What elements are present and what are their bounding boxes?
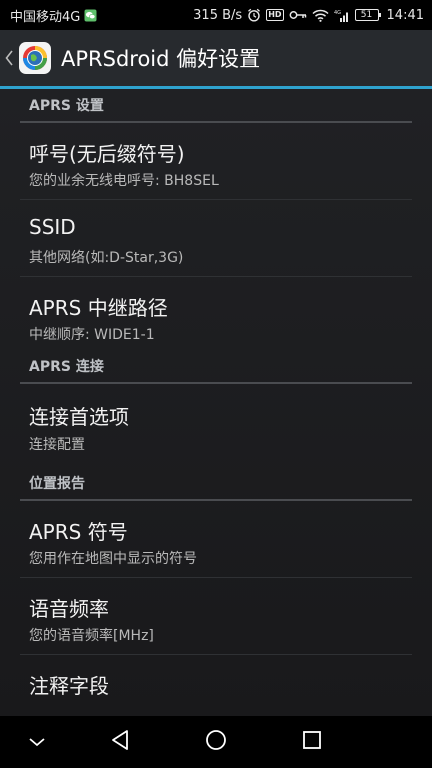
home-button[interactable] <box>186 716 246 768</box>
pref-aprs-symbol[interactable]: APRS 符号 您用作在地图中显示的符号 <box>20 501 412 578</box>
battery-indicator: 51 <box>354 9 381 21</box>
aprsdroid-logo-icon[interactable] <box>18 41 52 75</box>
wifi-icon <box>312 9 329 22</box>
alarm-icon <box>247 8 261 22</box>
pref-voice-frequency[interactable]: 语音频率 您的语音频率[MHz] <box>20 578 412 655</box>
action-bar: APRSdroid 偏好设置 <box>0 30 432 86</box>
chevron-down-icon <box>28 733 46 752</box>
home-circle-icon <box>205 729 227 755</box>
status-right: 315 B/s HD 4G 51 14:41 <box>193 8 424 23</box>
pref-callsign[interactable]: 呼号(无后缀符号) 您的业余无线电呼号: BH8SEL <box>20 123 412 200</box>
carrier-label: 中国移动4G <box>10 9 81 25</box>
preferences-list[interactable]: APRS 设置 呼号(无后缀符号) 您的业余无线电呼号: BH8SEL SSID… <box>0 89 432 716</box>
category-label: APRS 设置 <box>29 98 104 114</box>
pref-title: APRS 中继路径 <box>29 296 168 320</box>
wechat-notification-icon <box>84 9 97 22</box>
pref-summary: 您的语音频率[MHz] <box>29 628 154 644</box>
category-position-reports: 位置报告 <box>20 467 412 501</box>
category-aprs-settings: APRS 设置 <box>20 89 412 123</box>
pref-ssid[interactable]: SSID 其他网络(如:D-Star,3G) <box>20 200 412 277</box>
pref-title: 注释字段 <box>29 674 109 698</box>
recents-square-icon <box>302 730 322 754</box>
pref-comment-field[interactable]: 注释字段 <box>20 655 412 716</box>
hide-nav-button[interactable] <box>7 716 67 768</box>
pref-digipeater-path[interactable]: APRS 中继路径 中继顺序: WIDE1-1 <box>20 277 412 350</box>
screen: 中国移动4G 315 B/s HD 4G 51 14:41 APRSdroid … <box>0 0 432 768</box>
pref-connection-preferences[interactable]: 连接首选项 连接配置 <box>20 384 412 467</box>
pref-title: SSID <box>29 215 76 239</box>
key-icon <box>289 9 307 21</box>
status-left: 中国移动4G <box>10 6 97 25</box>
category-aprs-connection: APRS 连接 <box>20 350 412 384</box>
pref-summary: 中继顺序: WIDE1-1 <box>29 327 155 343</box>
network-speed: 315 B/s <box>193 7 243 23</box>
svg-text:4G: 4G <box>334 10 341 16</box>
up-navigation-icon[interactable] <box>2 50 16 66</box>
pref-summary: 您的业余无线电呼号: BH8SEL <box>29 173 219 189</box>
hd-badge: HD <box>266 9 284 21</box>
pref-summary: 您用作在地图中显示的符号 <box>29 551 197 567</box>
cell-signal-icon: 4G <box>334 9 350 22</box>
page-title: APRSdroid 偏好设置 <box>61 47 261 71</box>
category-label: APRS 连接 <box>29 359 104 375</box>
category-label: 位置报告 <box>29 476 85 492</box>
pref-title: 呼号(无后缀符号) <box>29 142 185 166</box>
navigation-bar <box>0 716 432 768</box>
pref-summary: 其他网络(如:D-Star,3G) <box>29 250 184 266</box>
pref-title: 连接首选项 <box>29 405 129 429</box>
back-triangle-icon <box>110 729 130 755</box>
back-button[interactable] <box>90 716 150 768</box>
status-bar: 中国移动4G 315 B/s HD 4G 51 14:41 <box>0 0 432 30</box>
pref-title: 语音频率 <box>29 597 109 621</box>
clock: 14:41 <box>386 7 424 23</box>
pref-summary: 连接配置 <box>29 437 85 453</box>
recents-button[interactable] <box>282 716 342 768</box>
pref-title: APRS 符号 <box>29 520 128 544</box>
